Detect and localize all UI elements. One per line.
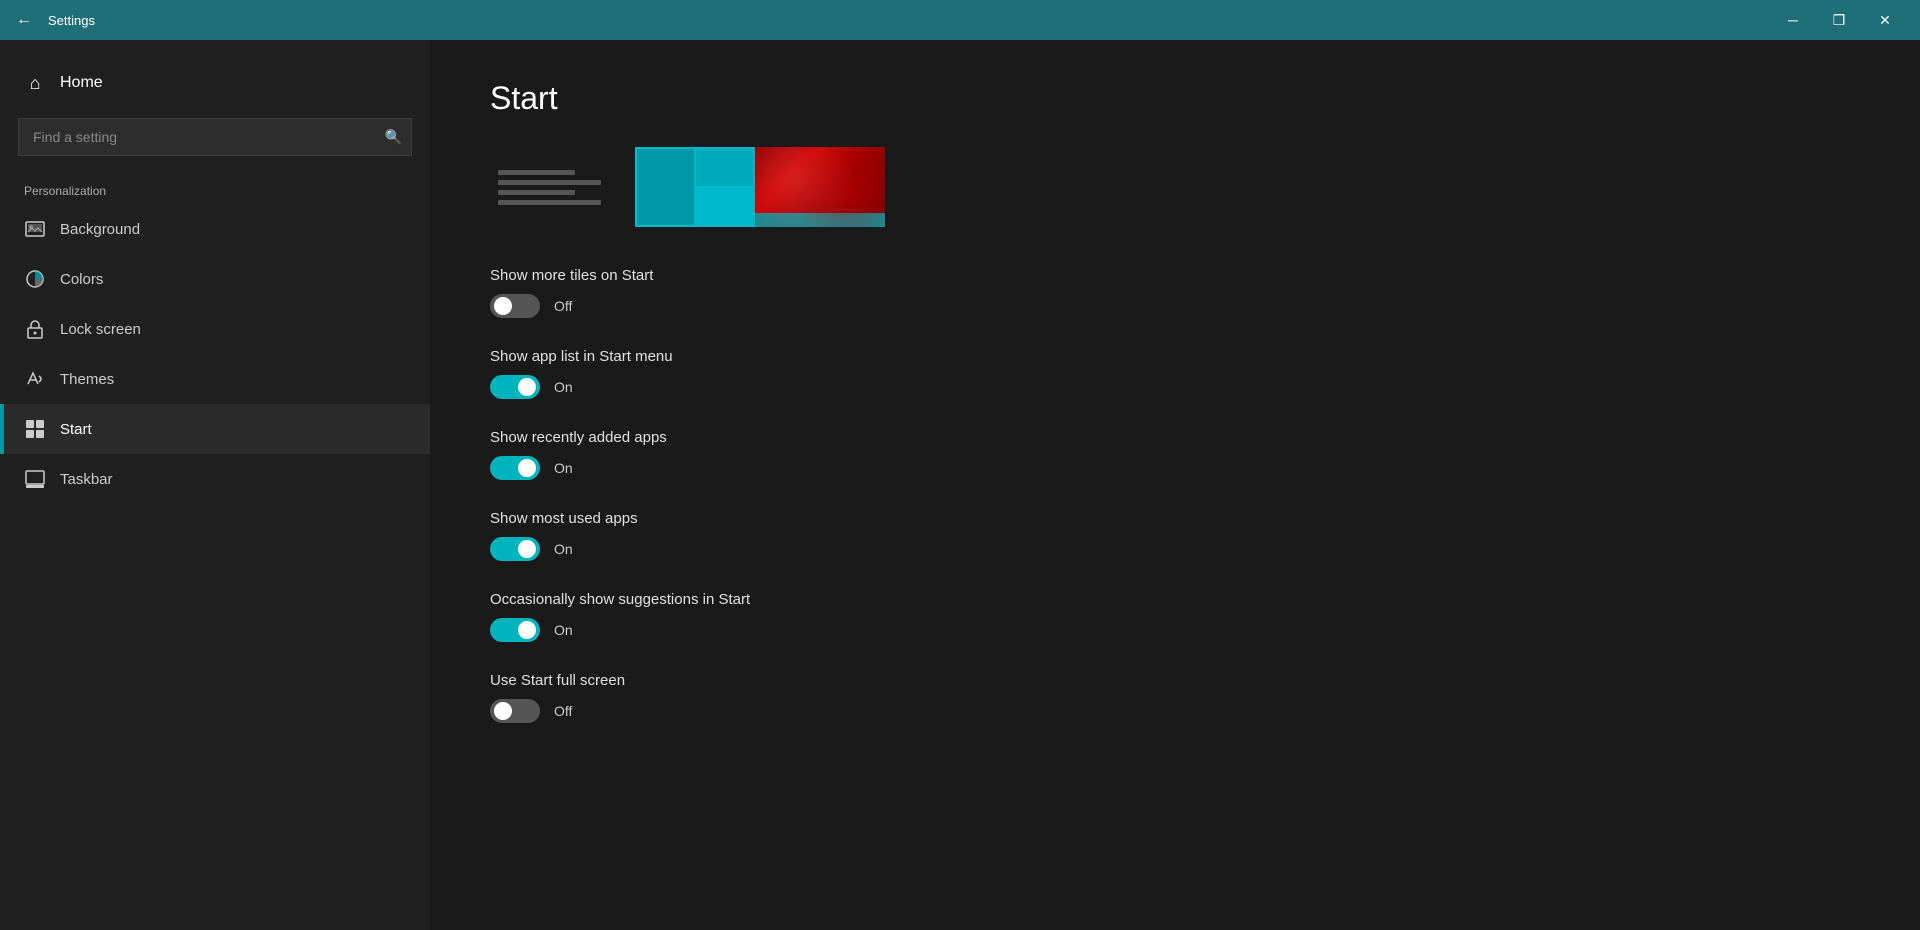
toggle-full-screen[interactable] [490,699,540,723]
preview-left [490,147,635,227]
toggle-row-suggestions: On [490,618,1860,642]
preview-line-2 [498,180,601,185]
setting-row-more-tiles: Show more tiles on Start Off [490,267,1860,318]
toggle-most-used[interactable] [490,537,540,561]
sidebar-item-colors[interactable]: Colors [0,254,430,304]
preview-photo [755,147,885,227]
toggle-more-tiles[interactable] [490,294,540,318]
toggle-row-recently-added: On [490,456,1860,480]
preview-tiles [635,147,755,227]
setting-row-suggestions: Occasionally show suggestions in Start On [490,591,1860,642]
lock-screen-icon [24,318,46,340]
setting-row-app-list: Show app list in Start menu On [490,348,1860,399]
sidebar: ⌂ Home 🔍 Personalization Background [0,40,430,930]
window-title: Settings [48,13,1758,28]
setting-label-suggestions: Occasionally show suggestions in Start [490,591,1860,608]
themes-icon [24,368,46,390]
setting-label-full-screen: Use Start full screen [490,672,1860,689]
window-controls: ─ ❐ ✕ [1770,0,1908,40]
sidebar-item-background[interactable]: Background [0,204,430,254]
toggle-suggestions[interactable] [490,618,540,642]
back-button[interactable]: ← [12,8,36,32]
start-preview [490,147,885,227]
toggle-app-list[interactable] [490,375,540,399]
preview-tile-2 [696,149,753,186]
close-button[interactable]: ✕ [1862,0,1908,40]
sidebar-item-themes[interactable]: Themes [0,354,430,404]
page-title: Start [490,80,1860,117]
setting-row-most-used: Show most used apps On [490,510,1860,561]
minimize-button[interactable]: ─ [1770,0,1816,40]
setting-label-more-tiles: Show more tiles on Start [490,267,1860,284]
toggle-state-suggestions: On [554,622,573,638]
settings-container: Show more tiles on Start Off Show app list… [490,267,1860,723]
sidebar-item-lock-screen[interactable]: Lock screen [0,304,430,354]
sidebar-item-start[interactable]: Start [0,404,430,454]
sidebar-section-label: Personalization [0,176,430,204]
search-box: 🔍 [18,118,412,156]
colors-icon [24,268,46,290]
start-icon [24,418,46,440]
home-icon: ⌂ [24,72,46,94]
toggle-state-most-used: On [554,541,573,557]
toggle-thumb-most-used [518,540,536,558]
preview-line-3 [498,190,575,195]
toggle-state-app-list: On [554,379,573,395]
sidebar-item-home[interactable]: ⌂ Home [0,60,430,106]
toggle-row-most-used: On [490,537,1860,561]
preview-line-1 [498,170,575,175]
toggle-state-full-screen: Off [554,703,572,719]
toggle-thumb-suggestions [518,621,536,639]
toggle-thumb-recently-added [518,459,536,477]
taskbar-icon [24,468,46,490]
preview-line-4 [498,200,601,205]
toggle-row-app-list: On [490,375,1860,399]
toggle-recently-added[interactable] [490,456,540,480]
sidebar-item-taskbar[interactable]: Taskbar [0,454,430,504]
toggle-thumb-more-tiles [494,297,512,315]
setting-row-recently-added: Show recently added apps On [490,429,1860,480]
search-icon: 🔍 [385,129,402,146]
content-area: Start Show more tiles on Start Off Show ap… [430,40,1920,930]
setting-label-most-used: Show most used apps [490,510,1860,527]
setting-label-recently-added: Show recently added apps [490,429,1860,446]
toggle-row-full-screen: Off [490,699,1860,723]
main-layout: ⌂ Home 🔍 Personalization Background [0,40,1920,930]
toggle-state-recently-added: On [554,460,573,476]
preview-tile-1 [637,149,694,225]
toggle-thumb-app-list [518,378,536,396]
preview-bottom-bar [755,213,885,227]
toggle-state-more-tiles: Off [554,298,572,314]
restore-button[interactable]: ❐ [1816,0,1862,40]
setting-row-full-screen: Use Start full screen Off [490,672,1860,723]
setting-label-app-list: Show app list in Start menu [490,348,1860,365]
search-input[interactable] [18,118,412,156]
background-icon [24,218,46,240]
titlebar: ← Settings ─ ❐ ✕ [0,0,1920,40]
preview-tile-3 [696,188,753,225]
toggle-row-more-tiles: Off [490,294,1860,318]
toggle-thumb-full-screen [494,702,512,720]
